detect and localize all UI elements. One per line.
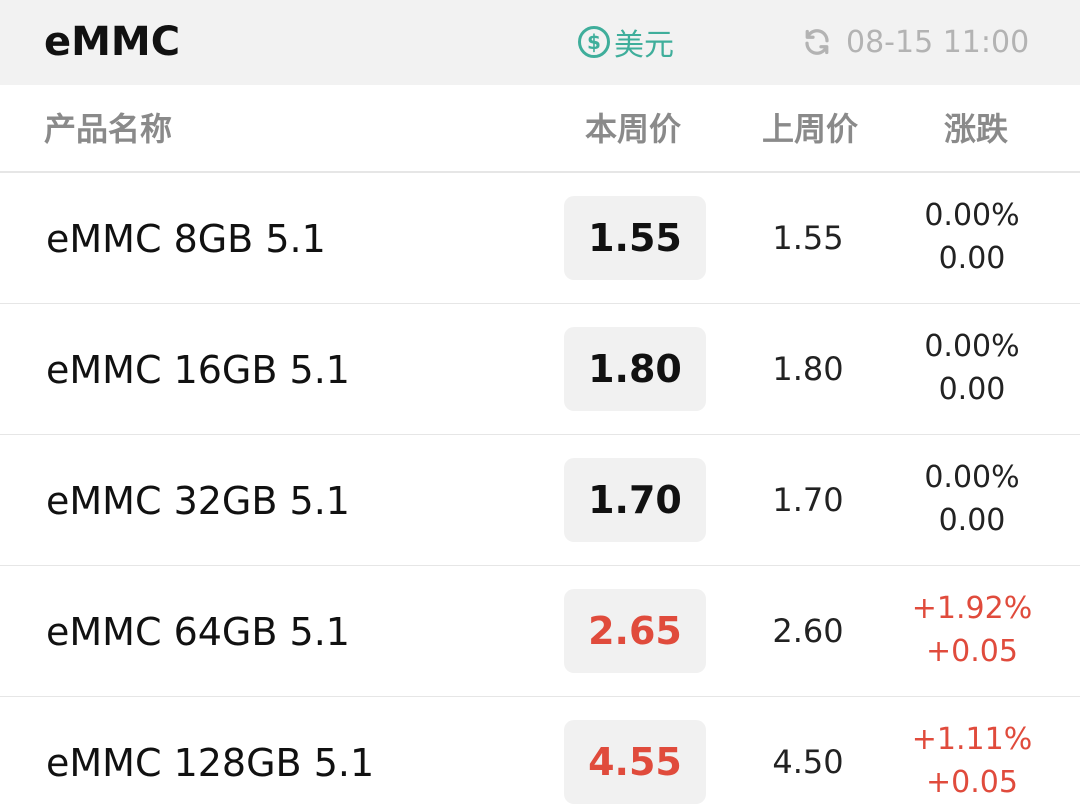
price-change: +1.11% +0.05 (902, 718, 1042, 804)
table-row[interactable]: eMMC 64GB 5.1 2.65 2.60 +1.92% +0.05 (0, 566, 1080, 697)
last-week-price: 1.70 (772, 481, 844, 519)
last-week-price: 1.80 (772, 350, 844, 388)
change-amount: 0.00 (938, 372, 1006, 407)
price-change: 0.00% 0.00 (902, 194, 1042, 280)
change-percent: +1.11% (911, 722, 1033, 757)
this-week-price: 1.55 (564, 196, 706, 280)
page-title: eMMC (44, 19, 181, 65)
change-amount: 0.00 (938, 241, 1006, 276)
change-percent: 0.00% (924, 460, 1020, 495)
price-change: 0.00% 0.00 (902, 325, 1042, 411)
column-header-change[interactable]: 涨跌 (944, 109, 1008, 149)
table-row[interactable]: eMMC 16GB 5.1 1.80 1.80 0.00% 0.00 (0, 304, 1080, 435)
table-row[interactable]: eMMC 32GB 5.1 1.70 1.70 0.00% 0.00 (0, 435, 1080, 566)
change-percent: 0.00% (924, 198, 1020, 233)
this-week-price: 4.55 (564, 720, 706, 804)
change-amount: +0.05 (926, 765, 1018, 800)
dollar-circle-icon: $ (578, 26, 610, 58)
price-change: +1.92% +0.05 (902, 587, 1042, 673)
product-name: eMMC 8GB 5.1 (46, 217, 326, 261)
last-week-price: 4.50 (772, 743, 844, 781)
change-percent: 0.00% (924, 329, 1020, 364)
product-name: eMMC 16GB 5.1 (46, 348, 350, 392)
this-week-price: 2.65 (564, 589, 706, 673)
product-name: eMMC 64GB 5.1 (46, 610, 350, 654)
currency-selector[interactable]: $ 美元 (578, 22, 674, 63)
currency-label: 美元 (614, 28, 674, 63)
change-amount: 0.00 (938, 503, 1006, 538)
refresh-icon[interactable] (802, 27, 832, 57)
top-bar: eMMC $ 美元 08-15 11:00 (0, 0, 1080, 85)
table-row[interactable]: eMMC 8GB 5.1 1.55 1.55 0.00% 0.00 (0, 173, 1080, 304)
this-week-price: 1.70 (564, 458, 706, 542)
price-change: 0.00% 0.00 (902, 456, 1042, 542)
column-header-this-week[interactable]: 本周价 (585, 109, 681, 149)
change-percent: +1.92% (911, 591, 1033, 626)
column-header-last-week[interactable]: 上周价 (762, 109, 858, 149)
table-header: 产品名称 本周价 上周价 涨跌 (0, 85, 1080, 173)
change-amount: +0.05 (926, 634, 1018, 669)
product-name: eMMC 32GB 5.1 (46, 479, 350, 523)
product-name: eMMC 128GB 5.1 (46, 741, 375, 785)
column-header-name[interactable]: 产品名称 (44, 109, 172, 149)
last-week-price: 2.60 (772, 612, 844, 650)
table-row[interactable]: eMMC 128GB 5.1 4.55 4.50 +1.11% +0.05 (0, 697, 1080, 809)
update-time[interactable]: 08-15 11:00 (802, 22, 1029, 62)
this-week-price: 1.80 (564, 327, 706, 411)
timestamp: 08-15 11:00 (846, 24, 1030, 60)
last-week-price: 1.55 (772, 219, 844, 257)
